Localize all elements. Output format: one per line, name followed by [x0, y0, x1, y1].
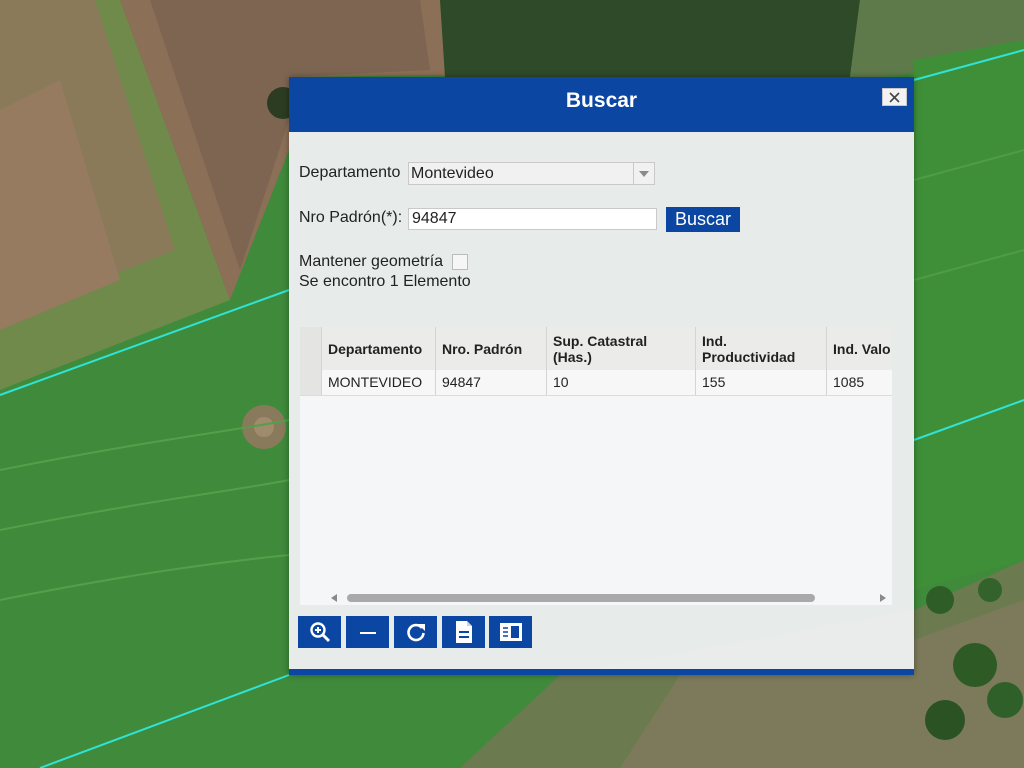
panel-icon: [499, 623, 522, 641]
minus-icon: [359, 632, 376, 634]
scrollbar-thumb[interactable]: [347, 594, 815, 602]
dialog-title: Buscar: [565, 89, 638, 112]
cell-ind-valor: 1085: [833, 374, 865, 390]
column-header-sup-catastral[interactable]: Sup. Catastral (Has.): [547, 327, 696, 370]
departamento-label: Departamento: [299, 164, 401, 181]
table-row[interactable]: MONTEVIDEO 94847 10 155 1085: [300, 370, 892, 396]
dialog-bottom-bar: [289, 669, 914, 675]
padron-label: Nro Padrón(*):: [299, 209, 403, 226]
horizontal-scrollbar[interactable]: [325, 591, 892, 605]
results-grid: Departamento Nro. Padrón Sup. Catastral …: [300, 327, 892, 605]
panel-button[interactable]: [489, 616, 532, 648]
cell-nro-padron: 94847: [436, 370, 547, 395]
refresh-button[interactable]: [394, 616, 437, 648]
header-row-selector: [300, 327, 322, 370]
departamento-select[interactable]: Montevideo: [408, 162, 655, 185]
padron-input[interactable]: [408, 208, 657, 230]
column-header-nro-padron[interactable]: Nro. Padrón: [436, 327, 547, 370]
grid-header: Departamento Nro. Padrón Sup. Catastral …: [300, 327, 892, 370]
search-button[interactable]: Buscar: [666, 207, 740, 232]
cell-sup-catastral: 10: [547, 370, 696, 395]
column-header-ind-productividad[interactable]: Ind. Productividad: [696, 327, 827, 370]
close-button[interactable]: [882, 88, 907, 106]
scroll-left-icon[interactable]: [331, 594, 337, 602]
cell-departamento: MONTEVIDEO: [322, 370, 436, 395]
mantener-geometria-label: Mantener geometría: [299, 253, 444, 270]
chevron-down-icon[interactable]: [633, 163, 654, 184]
zoom-in-icon: [309, 622, 330, 643]
refresh-icon: [406, 623, 425, 642]
search-dialog: Buscar Departamento Montevideo Nro Padró…: [289, 77, 914, 675]
column-header-ind-valor[interactable]: Ind. Valo: [827, 327, 892, 370]
dialog-titlebar[interactable]: Buscar: [289, 77, 914, 132]
row-selector[interactable]: [300, 370, 322, 395]
departamento-value: Montevideo: [411, 165, 494, 182]
cell-ind-productividad: 155: [696, 370, 827, 395]
close-icon: [889, 91, 900, 103]
document-button[interactable]: [442, 616, 485, 648]
zoom-out-button[interactable]: [346, 616, 389, 648]
zoom-in-button[interactable]: [298, 616, 341, 648]
result-count-text: Se encontro 1 Elemento: [299, 273, 471, 290]
scroll-right-icon[interactable]: [880, 594, 886, 602]
mantener-geometria-checkbox[interactable]: [452, 254, 468, 270]
column-header-departamento[interactable]: Departamento: [322, 327, 436, 370]
document-icon: [455, 621, 472, 643]
